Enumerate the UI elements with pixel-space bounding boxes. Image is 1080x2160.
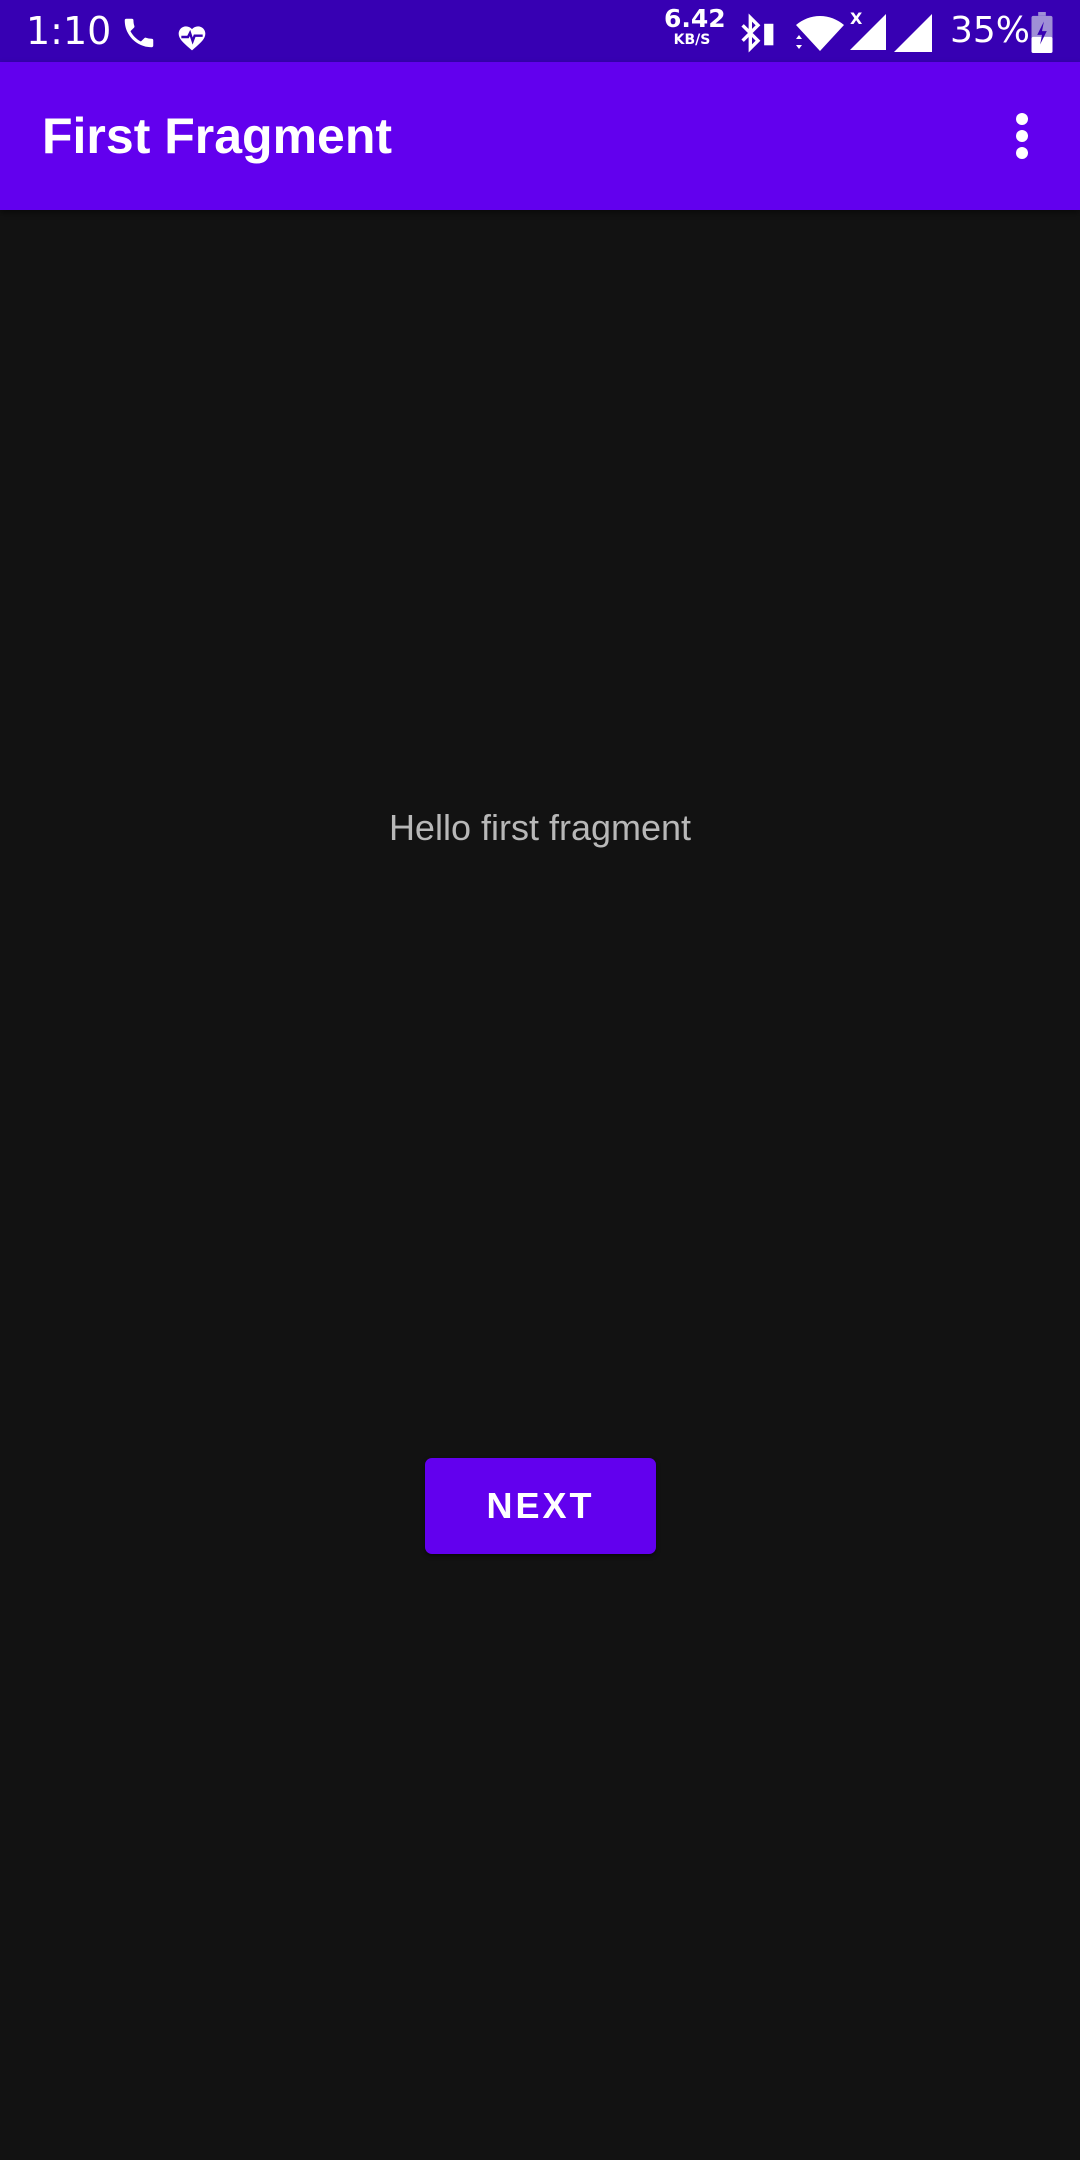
heart-pulse-icon	[178, 26, 206, 51]
bluetooth-icon	[741, 13, 774, 53]
screen: 1:10 6.42 KB/S X 35% First Fragment Hell…	[0, 0, 1080, 2160]
signal-x-icon: X	[850, 9, 886, 50]
overflow-menu-button[interactable]	[996, 98, 1048, 174]
svg-text:X: X	[850, 9, 863, 28]
more-vert-icon	[1016, 113, 1028, 159]
battery-charging-icon	[1031, 12, 1053, 54]
status-bar: 1:10 6.42 KB/S X 35%	[0, 0, 1080, 62]
battery-percent: 35%	[950, 10, 1031, 51]
network-speed: 6.42 KB/S	[664, 4, 726, 49]
phone-icon	[124, 18, 154, 48]
app-title: First Fragment	[42, 108, 393, 164]
network-speed-value: 6.42	[664, 4, 726, 33]
status-time: 1:10	[26, 9, 112, 53]
wifi-icon	[796, 16, 844, 51]
network-speed-unit: KB/S	[673, 32, 711, 48]
signal-icon	[894, 14, 932, 52]
hello-message: Hello first fragment	[388, 807, 692, 848]
next-button[interactable]: NEXT	[425, 1458, 656, 1554]
app-bar: First Fragment	[0, 62, 1080, 210]
